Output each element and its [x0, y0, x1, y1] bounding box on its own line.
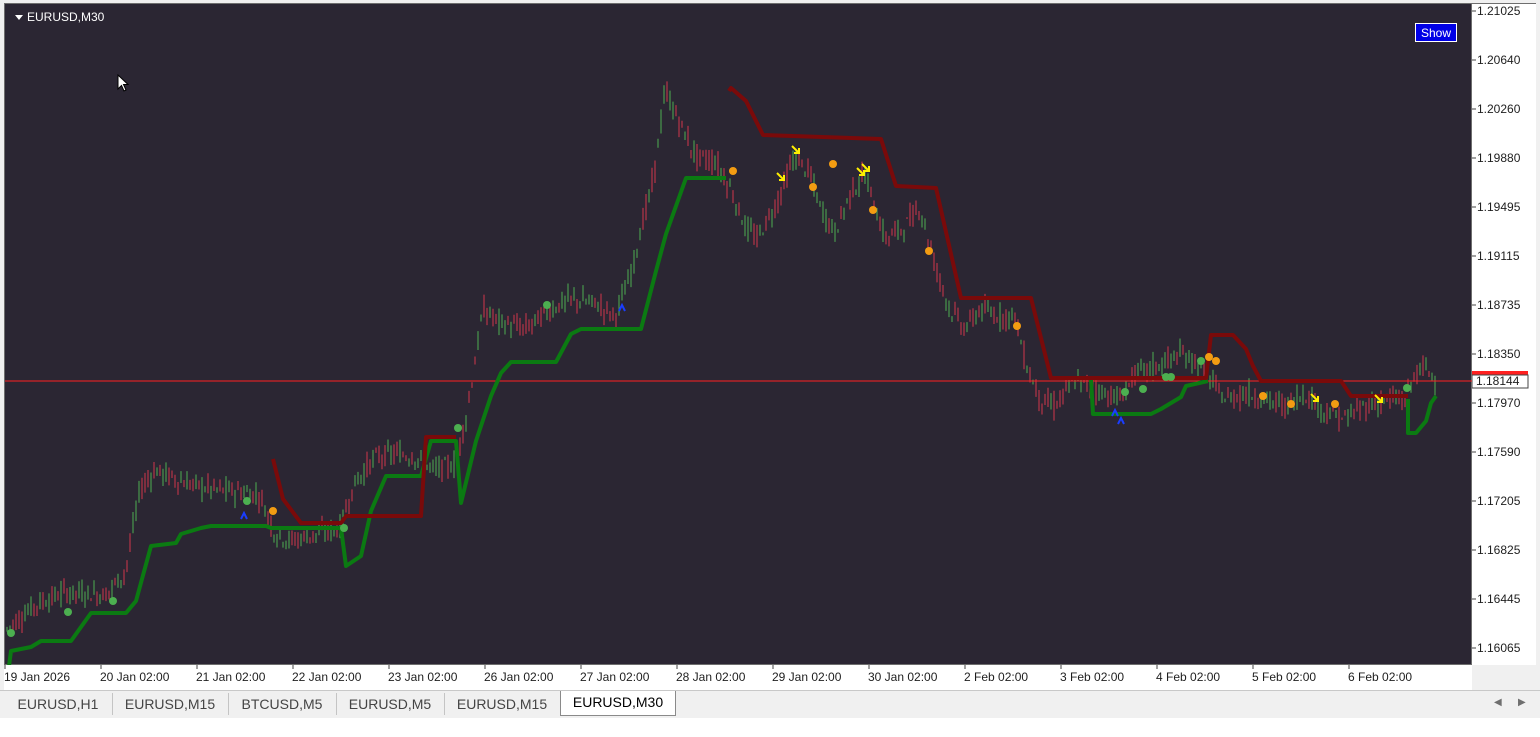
sell-signal-dot — [1212, 357, 1220, 365]
buy-signal-dot — [64, 608, 72, 616]
show-button[interactable]: Show — [1415, 23, 1458, 42]
buy-signal-dot — [109, 597, 117, 605]
scroll-right-icon[interactable]: ▶ — [1518, 697, 1526, 708]
time-tick-label: 2 Feb 02:00 — [964, 670, 1028, 684]
tab-btcusd-m5[interactable]: BTCUSD,M5 — [228, 693, 337, 715]
candles-group — [6, 81, 1436, 637]
current-price-label: 1.18144 — [1476, 374, 1520, 388]
sell-signal-dot — [1013, 322, 1021, 330]
buy-signal-dot — [243, 497, 251, 505]
sell-signal-dot — [869, 206, 877, 214]
support-line — [7, 176, 726, 666]
time-tick-label: 30 Jan 02:00 — [868, 670, 938, 684]
sell-signal-dot — [1331, 400, 1339, 408]
time-tick-label: 4 Feb 02:00 — [1156, 670, 1220, 684]
time-tick-label: 20 Jan 02:00 — [100, 670, 170, 684]
time-axis-labels: 19 Jan 2026 20 Jan 02:00 21 Jan 02:00 22 Ja… — [4, 665, 1412, 684]
time-tick-label: 26 Jan 02:00 — [484, 670, 554, 684]
price-tick-label: 1.20260 — [1477, 102, 1521, 116]
support-line-segment — [1406, 394, 1438, 435]
sell-signal-dot — [829, 160, 837, 168]
sell-signal-dot — [729, 167, 737, 175]
price-tick-label: 1.17970 — [1477, 396, 1521, 410]
buy-signal-dot — [1197, 357, 1205, 365]
price-tick-label: 1.18350 — [1477, 347, 1521, 361]
time-tick-label: 3 Feb 02:00 — [1060, 670, 1124, 684]
buy-signal-dot — [1403, 384, 1411, 392]
price-tick-label: 1.16065 — [1477, 641, 1521, 655]
price-tick-label: 1.19880 — [1477, 151, 1521, 165]
status-strip — [0, 718, 1540, 737]
up-arrow-icon — [618, 302, 626, 312]
sell-signal-dot — [809, 183, 817, 191]
buy-signal-dot — [454, 424, 462, 432]
scroll-left-icon[interactable]: ◀ — [1494, 697, 1502, 708]
price-chart — [5, 81, 1473, 666]
buy-signal-dot — [1121, 388, 1129, 396]
tab-eurusd-m30[interactable]: EURUSD,M30 — [560, 691, 676, 716]
price-tick-label: 1.19115 — [1477, 249, 1520, 263]
time-tick-label: 21 Jan 02:00 — [196, 670, 266, 684]
price-tick-label: 1.16825 — [1477, 543, 1521, 557]
time-tick-label: 23 Jan 02:00 — [388, 670, 458, 684]
sell-signal-dot — [925, 247, 933, 255]
time-tick-label: 29 Jan 02:00 — [772, 670, 842, 684]
price-tick-label: 1.18735 — [1477, 298, 1521, 312]
sell-signal-dot — [1259, 392, 1267, 400]
support-line-segment — [1089, 378, 1209, 416]
price-tick-label: 1.17590 — [1477, 445, 1521, 459]
buy-signal-dot — [1139, 385, 1147, 393]
tab-eurusd-h1[interactable]: EURUSD,H1 — [4, 693, 113, 715]
time-axis[interactable]: 19 Jan 2026 20 Jan 02:00 21 Jan 02:00 22 Ja… — [4, 665, 1472, 690]
chart-plot-area[interactable]: EURUSD,M30 Show — [4, 3, 1473, 666]
sell-signal-dot — [269, 507, 277, 515]
tab-eurusd-m15[interactable]: EURUSD,M15 — [112, 693, 229, 715]
price-tick-label: 1.19495 — [1477, 200, 1521, 214]
price-axis[interactable]: 1.21025 1.20640 1.20260 1.19880 1.19495 1.191… — [1471, 3, 1536, 665]
resistance-line — [727, 86, 1408, 398]
down-arrow-icon — [856, 167, 865, 176]
dropdown-triangle-icon[interactable] — [15, 14, 23, 20]
sell-signal-dot — [1205, 353, 1213, 361]
buy-signal-dot — [543, 301, 551, 309]
price-tick-label: 1.17205 — [1477, 494, 1521, 508]
buy-signal-dot — [7, 629, 15, 637]
up-arrow-icon — [1117, 415, 1125, 425]
time-tick-label: 6 Feb 02:00 — [1348, 670, 1412, 684]
buy-signal-dot — [1167, 373, 1175, 381]
symbol-title-label: EURUSD,M30 — [27, 10, 105, 24]
time-tick-label: 22 Jan 02:00 — [292, 670, 362, 684]
up-arrow-icon — [240, 510, 248, 520]
symbol-title[interactable]: EURUSD,M30 — [15, 10, 104, 24]
price-tick-label: 1.20640 — [1477, 53, 1521, 67]
time-tick-label: 27 Jan 02:00 — [580, 670, 650, 684]
sell-signal-dot — [1287, 400, 1295, 408]
price-tick-label: 1.16445 — [1477, 592, 1521, 606]
price-axis-labels: 1.21025 1.20640 1.20260 1.19880 1.19495 1.191… — [1471, 4, 1529, 655]
tab-eurusd-m5[interactable]: EURUSD,M5 — [336, 693, 445, 715]
chart-window: EURUSD,M30 Show 1.21025 1.20640 1.20260 1.1… — [0, 0, 1540, 690]
time-tick-label: 19 Jan 2026 — [4, 670, 70, 684]
buy-signal-dot — [340, 524, 348, 532]
price-tick-label: 1.21025 — [1477, 4, 1521, 18]
down-arrow-icon — [776, 172, 785, 181]
chart-tab-bar: EURUSD,H1 EURUSD,M15 BTCUSD,M5 EURUSD,M5… — [0, 690, 1540, 719]
tab-eurusd-m15-2[interactable]: EURUSD,M15 — [444, 693, 561, 715]
time-tick-label: 5 Feb 02:00 — [1252, 670, 1316, 684]
time-tick-label: 28 Jan 02:00 — [676, 670, 746, 684]
mouse-cursor-icon — [117, 74, 129, 92]
